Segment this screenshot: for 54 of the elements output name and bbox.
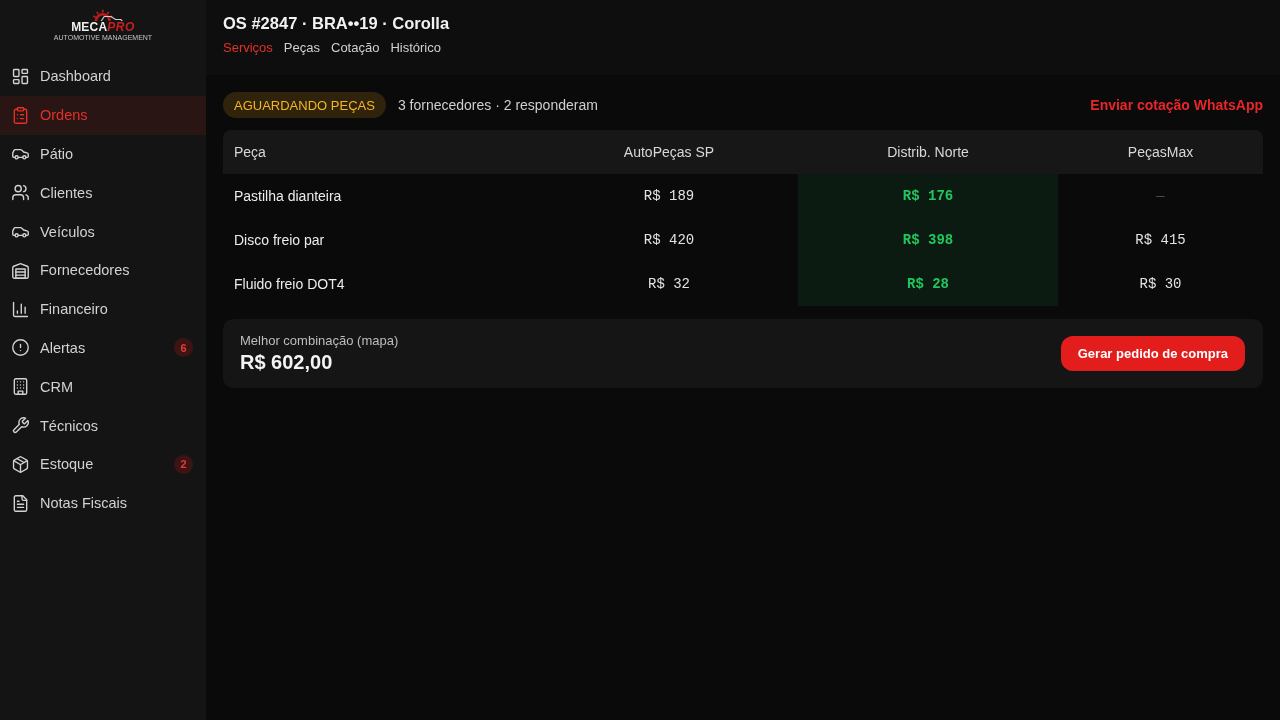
logo-text: MECA	[71, 21, 108, 33]
warehouse-icon	[12, 261, 29, 279]
price-cell-text: —	[1155, 187, 1166, 206]
tab[interactable]: Histórico	[390, 39, 441, 57]
column-header: Distrib. Norte	[886, 143, 970, 162]
logo-accent-text: PRO	[107, 21, 135, 33]
alert-icon	[12, 339, 29, 357]
send-quote-link[interactable]: Enviar cotação WhatsApp	[1090, 97, 1263, 113]
column-header: Peça	[233, 143, 267, 162]
sidebar-item[interactable]: Estoque 2	[0, 444, 206, 484]
tab[interactable]: Peças	[283, 39, 320, 57]
total-amount: R$ 602,00	[240, 351, 334, 374]
sidebar-item[interactable]: Clientes	[0, 173, 206, 213]
price-cell: R$ 398	[798, 218, 1058, 262]
sidebar-item[interactable]: Fornecedores	[0, 251, 206, 290]
building-icon	[12, 378, 29, 396]
sidebar-item[interactable]: Dashboard	[0, 57, 206, 96]
count-badge: 6	[174, 338, 193, 358]
count-badge: 2	[174, 454, 193, 474]
wrench-icon	[12, 417, 29, 435]
table-cell-text: Fluido freio DOT4	[233, 275, 346, 294]
gear-car-icon	[93, 9, 123, 21]
bar-chart-icon	[12, 300, 29, 318]
table-cell-text: Disco freio par	[233, 231, 326, 250]
price-cell-text: R$ 32	[647, 275, 691, 294]
grid-icon	[12, 67, 29, 85]
table-cell-text: Pastilha dianteira	[233, 187, 343, 206]
price-cell-text: R$ 415	[1134, 231, 1187, 250]
sidebar-item[interactable]: Técnicos	[0, 406, 206, 445]
quote-summary: 3 fornecedores · 2 responderam	[397, 97, 598, 113]
page-title: OS #2847 · BRA••19 · Corolla	[223, 13, 451, 34]
price-cell-text: R$ 420	[642, 231, 696, 250]
price-cell-text: R$ 189	[642, 187, 696, 206]
sidebar-item[interactable]: Veículos	[0, 212, 206, 251]
package-icon	[12, 455, 29, 473]
sidebar-item[interactable]: Alertas 6	[0, 328, 206, 368]
tab[interactable]: Cotação	[331, 39, 380, 57]
purchase-order-button[interactable]: Gerar pedido de compra	[1060, 336, 1245, 371]
column-header: AutoPeças SP	[622, 143, 716, 162]
sidebar-item[interactable]: Financeiro	[0, 289, 206, 329]
sidebar-item[interactable]: Pátio	[0, 134, 206, 174]
price-cell: R$ 28	[798, 262, 1058, 306]
sidebar-item[interactable]: CRM	[0, 367, 206, 407]
summary-label: Melhor combinação (mapa)	[240, 333, 400, 348]
status-chip: AGUARDANDO PEÇAS	[223, 92, 386, 118]
price-cell: R$ 176	[798, 174, 1058, 218]
document-icon	[12, 494, 29, 512]
users-icon	[12, 184, 29, 202]
sidebar-item[interactable]: Ordens	[0, 95, 206, 135]
tab[interactable]: Serviços	[223, 39, 273, 57]
sidebar-item[interactable]: Notas Fiscais	[0, 483, 206, 523]
price-cell-text: R$ 30	[1138, 275, 1183, 294]
column-header: PeçasMax	[1126, 143, 1195, 162]
clipboard-icon	[12, 106, 29, 124]
